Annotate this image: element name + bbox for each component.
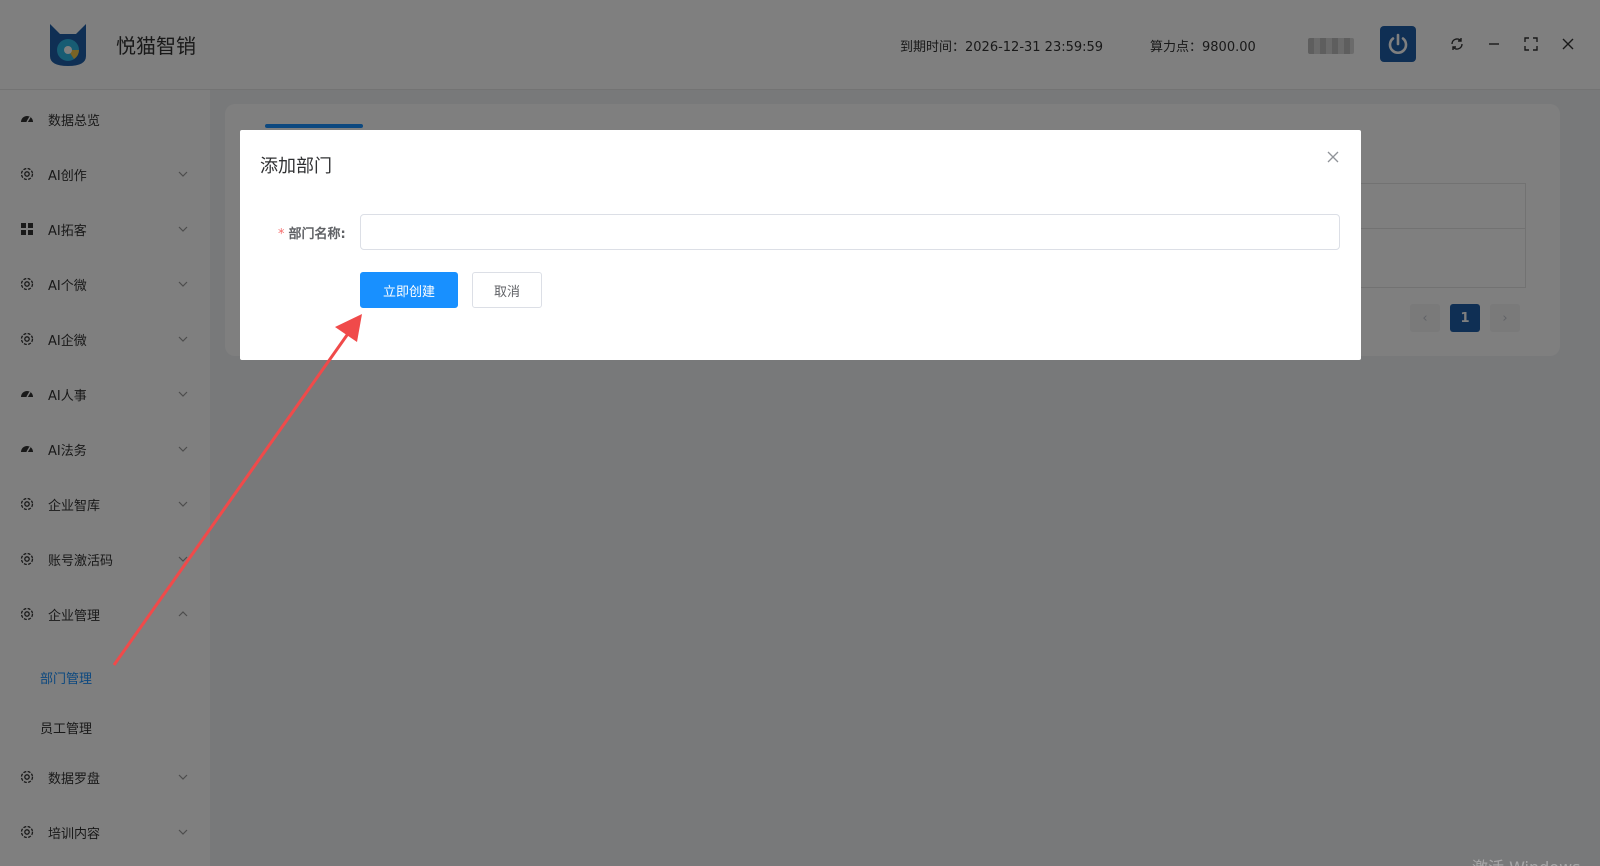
dialog-close-button[interactable] bbox=[1326, 150, 1340, 164]
department-name-label-text: 部门名称: bbox=[288, 227, 346, 242]
dialog-title: 添加部门 bbox=[260, 156, 332, 177]
windows-activation-watermark: 激活 Windows bbox=[1472, 854, 1581, 866]
add-department-dialog: 添加部门 * 部门名称: 立即创建 取消 bbox=[240, 130, 1361, 360]
cancel-button[interactable]: 取消 bbox=[472, 272, 542, 308]
department-name-input[interactable] bbox=[360, 214, 1340, 250]
close-icon bbox=[1327, 151, 1339, 163]
required-mark: * bbox=[278, 227, 285, 242]
department-name-label: * 部门名称: bbox=[278, 223, 346, 242]
create-now-button[interactable]: 立即创建 bbox=[360, 272, 458, 308]
